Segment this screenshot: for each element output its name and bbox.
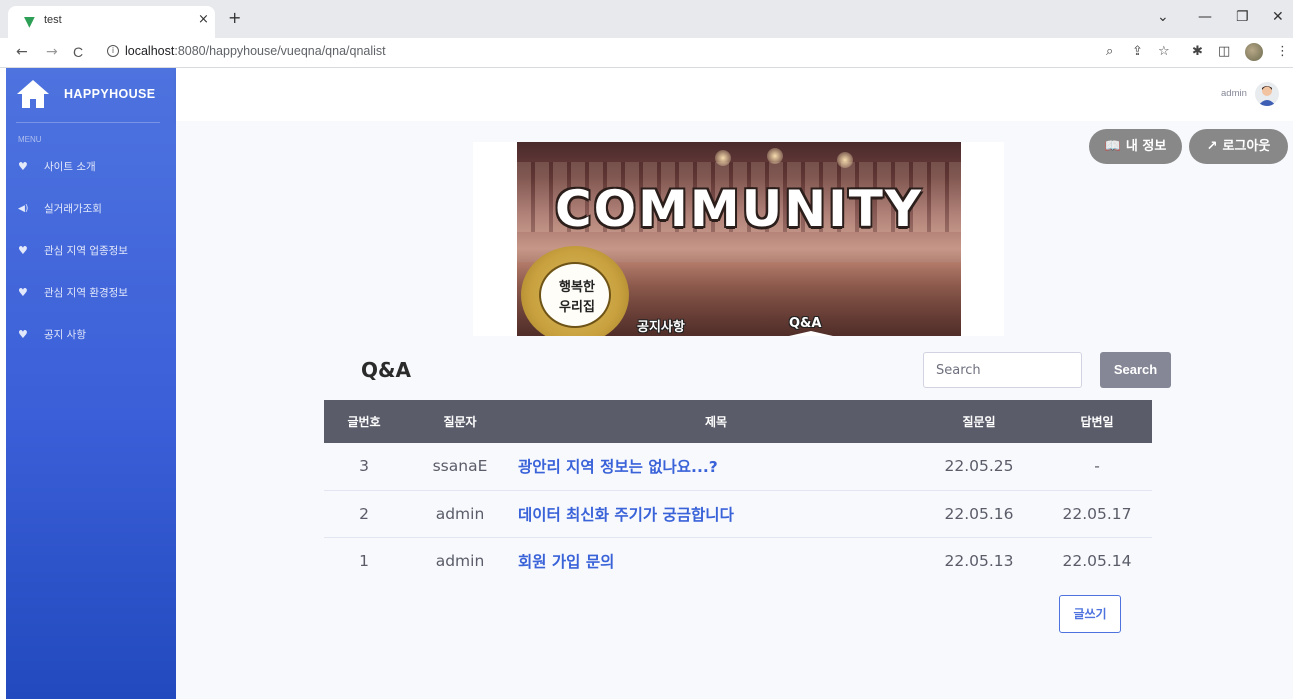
sidebar-item-label: 실거래가조회: [44, 203, 102, 215]
logout-label: 로그아웃: [1222, 139, 1271, 154]
site-info-icon[interactable]: i: [107, 45, 119, 57]
url-host: localhost: [125, 44, 175, 58]
heart-icon: ♥: [18, 244, 28, 257]
menu-heading: MENU: [18, 135, 42, 144]
sidebar: HAPPYHOUSE MENU ♥ 사이트 소개 ◀) 실거래가조회 ♥ 관심 …: [6, 68, 176, 699]
cell-asked: 22.05.13: [944, 551, 1014, 570]
banner-lamp: [837, 152, 853, 168]
banner-lamp: [767, 148, 783, 164]
sidepanel-icon[interactable]: ◫: [1218, 44, 1230, 60]
banner-title: COMMUNITY: [554, 180, 924, 238]
banner-nav-qna[interactable]: Q&A: [789, 316, 821, 331]
qna-table: 글번호 질문자 제목 질문일 답변일 3 ssanaE 광안리 지역 정보는 없…: [324, 400, 1152, 584]
badge-inner: 행복한 우리집: [539, 262, 611, 328]
cell-asked: 22.05.16: [916, 490, 1042, 538]
my-info-button[interactable]: 📖 내 정보: [1089, 129, 1182, 164]
browser-tab[interactable]: ▼ test ×: [8, 6, 215, 38]
star-icon[interactable]: ☆: [1158, 44, 1170, 60]
heart-icon: ♥: [18, 160, 28, 173]
url-path: :8080/happyhouse/vueqna/qna/qnalist: [174, 44, 386, 58]
forward-icon[interactable]: →: [46, 44, 58, 60]
table-row: 1 admin 회원 가입 문의 22.05.13 22.05.14: [324, 537, 1152, 584]
cell-title: 회원 가입 문의: [516, 537, 916, 584]
arrow-up-right-icon: ↗: [1206, 139, 1218, 154]
browser-toolbar: ← → C i localhost:8080/happyhouse/vueqna…: [0, 38, 1293, 68]
user-name[interactable]: admin: [1221, 88, 1247, 99]
cell-answered: 22.05.17: [1042, 490, 1152, 538]
column-header-author: 질문자: [404, 400, 516, 443]
search-input[interactable]: [923, 352, 1082, 388]
green-village-badge: 행복한 우리집: [521, 246, 629, 336]
cell-asked: 22.05.25: [916, 443, 1042, 491]
cell-answered: 22.05.14: [1062, 551, 1132, 570]
zoom-icon[interactable]: ⌕: [1106, 44, 1113, 60]
table-row: 3 ssanaE 광안리 지역 정보는 없나요...? 22.05.25 -: [324, 443, 1152, 491]
volume-icon: ◀): [18, 204, 29, 214]
badge-line-2: 우리집: [559, 300, 595, 315]
cell-title: 데이터 최신화 주기가 궁금합니다: [516, 490, 916, 538]
sidebar-item-label: 공지 사항: [44, 329, 86, 341]
tab-title: test: [44, 14, 62, 26]
community-banner: COMMUNITY 행복한 우리집 공지사항 Q&A: [517, 142, 961, 336]
search-button[interactable]: Search: [1100, 352, 1171, 388]
heart-icon: ♥: [18, 286, 28, 299]
heart-icon: ♥: [18, 328, 28, 341]
column-header-no: 글번호: [324, 400, 404, 443]
cell-author: ssanaE: [404, 443, 516, 491]
profile-icon[interactable]: [1245, 43, 1263, 61]
address-bar[interactable]: localhost:8080/happyhouse/vueqna/qna/qna…: [125, 44, 386, 58]
sidebar-item-notice[interactable]: ♥ 공지 사항: [18, 326, 168, 346]
sidebar-item-label: 사이트 소개: [44, 161, 96, 173]
question-link[interactable]: 데이터 최신화 주기가 궁금합니다: [518, 506, 734, 524]
logout-button[interactable]: ↗ 로그아웃: [1189, 129, 1288, 164]
brand-name: HAPPYHOUSE: [64, 87, 156, 101]
question-link[interactable]: 회원 가입 문의: [518, 553, 614, 571]
share-icon[interactable]: ⇪: [1132, 44, 1143, 60]
sidebar-item-label: 관심 지역 업종정보: [44, 245, 128, 257]
topbar: admin: [176, 68, 1293, 121]
home-icon: [17, 80, 49, 108]
vue-favicon-icon: ▼: [24, 14, 35, 30]
badge-line-1: 행복한: [559, 280, 595, 295]
write-button[interactable]: 글쓰기: [1059, 595, 1121, 633]
sidebar-item-business-info[interactable]: ♥ 관심 지역 업종정보: [18, 242, 168, 262]
book-icon: 📖: [1104, 139, 1121, 154]
reload-icon[interactable]: C: [73, 44, 83, 60]
banner-nav-notice[interactable]: 공지사항: [637, 316, 685, 335]
table-row: 2 admin 데이터 최신화 주기가 궁금합니다 22.05.16 22.05…: [324, 490, 1152, 538]
sidebar-item-site-intro[interactable]: ♥ 사이트 소개: [18, 158, 168, 178]
close-window-icon[interactable]: ✕: [1272, 10, 1284, 24]
column-header-title: 제목: [516, 400, 916, 443]
cell-author: admin: [404, 490, 516, 538]
extensions-icon[interactable]: ✱: [1192, 44, 1203, 60]
sidebar-divider: [16, 122, 160, 123]
menu-icon[interactable]: ⋮: [1276, 44, 1289, 60]
sidebar-item-environment-info[interactable]: ♥ 관심 지역 환경정보: [18, 284, 168, 304]
cell-answered: -: [1042, 443, 1152, 491]
cell-no: 2: [324, 490, 404, 538]
cell-no: 3: [324, 443, 404, 491]
page-title: Q&A: [361, 358, 411, 382]
cell-title: 광안리 지역 정보는 없나요...?: [516, 443, 916, 491]
new-tab-icon[interactable]: +: [228, 10, 241, 26]
banner-lamp: [715, 150, 731, 166]
cell-author: admin: [435, 551, 485, 570]
sidebar-item-label: 관심 지역 환경정보: [44, 287, 128, 299]
maximize-icon[interactable]: ❐: [1236, 10, 1249, 24]
brand-link[interactable]: HAPPYHOUSE: [6, 68, 176, 122]
table-header-row: 글번호 질문자 제목 질문일 답변일: [324, 400, 1152, 443]
cell-no: 1: [359, 551, 369, 570]
browser-tabstrip: ▼ test × + ⌄ — ❐ ✕: [0, 0, 1293, 38]
column-header-answered: 답변일: [1042, 400, 1152, 443]
tab-search-icon[interactable]: ⌄: [1157, 10, 1169, 24]
user-avatar-icon: [1258, 86, 1276, 106]
minimize-icon[interactable]: —: [1198, 10, 1212, 24]
user-avatar[interactable]: [1255, 82, 1279, 106]
my-info-label: 내 정보: [1125, 139, 1167, 154]
column-header-asked: 질문일: [916, 400, 1042, 443]
question-link[interactable]: 광안리 지역 정보는 없나요...?: [518, 458, 718, 476]
tab-close-icon[interactable]: ×: [198, 12, 209, 27]
back-icon[interactable]: ←: [16, 44, 28, 60]
sidebar-item-price-lookup[interactable]: ◀) 실거래가조회: [18, 200, 168, 220]
